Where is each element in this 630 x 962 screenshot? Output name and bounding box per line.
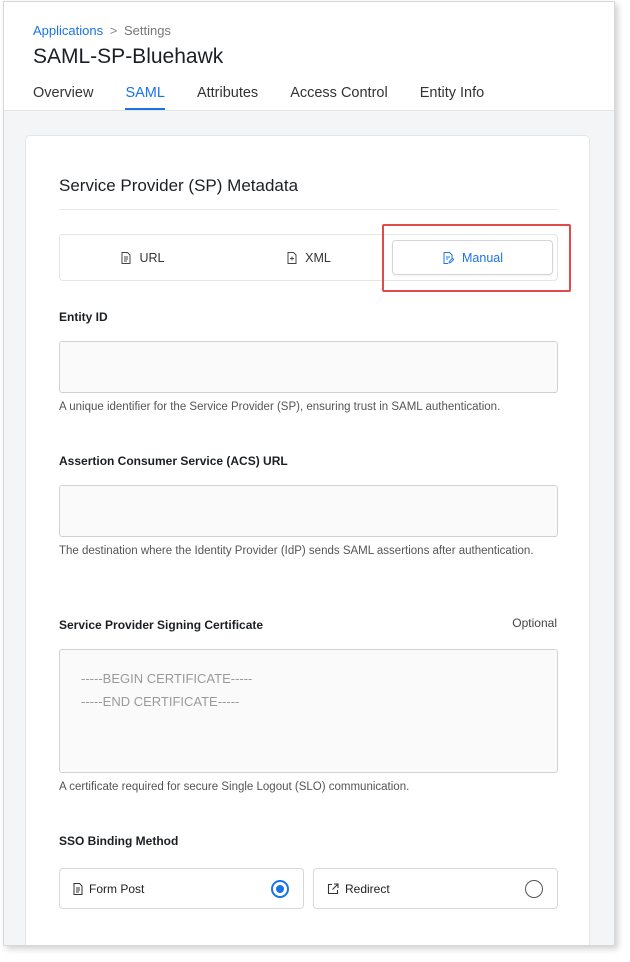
sso-binding-label: SSO Binding Method [59, 834, 179, 848]
metadata-option-xml-label: XML [305, 250, 331, 265]
section-title: Service Provider (SP) Metadata [59, 176, 299, 195]
form-post-radio[interactable] [271, 880, 289, 898]
acs-url-input[interactable] [59, 485, 558, 537]
app-window: Applications > Settings SAML-SP-Bluehawk… [3, 1, 615, 946]
sp-metadata-card: Service Provider (SP) Metadata URL XML M… [25, 135, 590, 945]
breadcrumb-applications-link[interactable]: Applications [33, 23, 103, 38]
tab-bar: Overview SAML Attributes Access Control … [33, 85, 516, 110]
signing-cert-help: A certificate required for secure Single… [59, 781, 410, 793]
edit-document-icon [443, 251, 454, 264]
page-header: Applications > Settings SAML-SP-Bluehawk… [4, 2, 614, 111]
entity-id-input[interactable] [59, 341, 558, 393]
acs-url-label: Assertion Consumer Service (ACS) URL [59, 454, 288, 468]
form-post-label: Form Post [89, 881, 145, 896]
signing-cert-label: Service Provider Signing Certificate [59, 618, 264, 632]
metadata-source-selector: URL XML Manual [59, 234, 558, 281]
metadata-option-manual-label: Manual [462, 250, 503, 265]
acs-url-help: The destination where the Identity Provi… [59, 545, 534, 557]
tab-access-control[interactable]: Access Control [290, 85, 388, 110]
document-icon [121, 251, 131, 264]
divider [59, 209, 558, 210]
redirect-radio[interactable] [525, 880, 543, 898]
signing-cert-textarea[interactable]: -----BEGIN CERTIFICATE----- -----END CER… [59, 649, 558, 773]
entity-id-label: Entity ID [59, 310, 108, 324]
metadata-option-url-label: URL [139, 250, 165, 265]
external-link-icon [327, 882, 339, 894]
breadcrumb: Applications > Settings [33, 23, 171, 38]
tab-saml[interactable]: SAML [125, 85, 165, 110]
page-title: SAML-SP-Bluehawk [33, 45, 224, 68]
binding-option-form-post[interactable]: Form Post [59, 868, 304, 909]
document-icon [73, 882, 83, 895]
metadata-option-xml[interactable]: XML [226, 235, 392, 280]
file-code-icon [287, 251, 297, 264]
tab-overview[interactable]: Overview [33, 85, 93, 110]
entity-id-help: A unique identifier for the Service Prov… [59, 401, 501, 413]
breadcrumb-current: Settings [123, 23, 171, 38]
metadata-option-manual[interactable]: Manual [392, 240, 553, 275]
optional-tag: Optional [512, 616, 557, 630]
tab-attributes[interactable]: Attributes [197, 85, 258, 110]
tab-entity-info[interactable]: Entity Info [420, 85, 484, 110]
metadata-option-url[interactable]: URL [60, 235, 226, 280]
redirect-label: Redirect [345, 881, 390, 896]
breadcrumb-separator: > [109, 23, 118, 38]
binding-option-redirect[interactable]: Redirect [313, 868, 558, 909]
